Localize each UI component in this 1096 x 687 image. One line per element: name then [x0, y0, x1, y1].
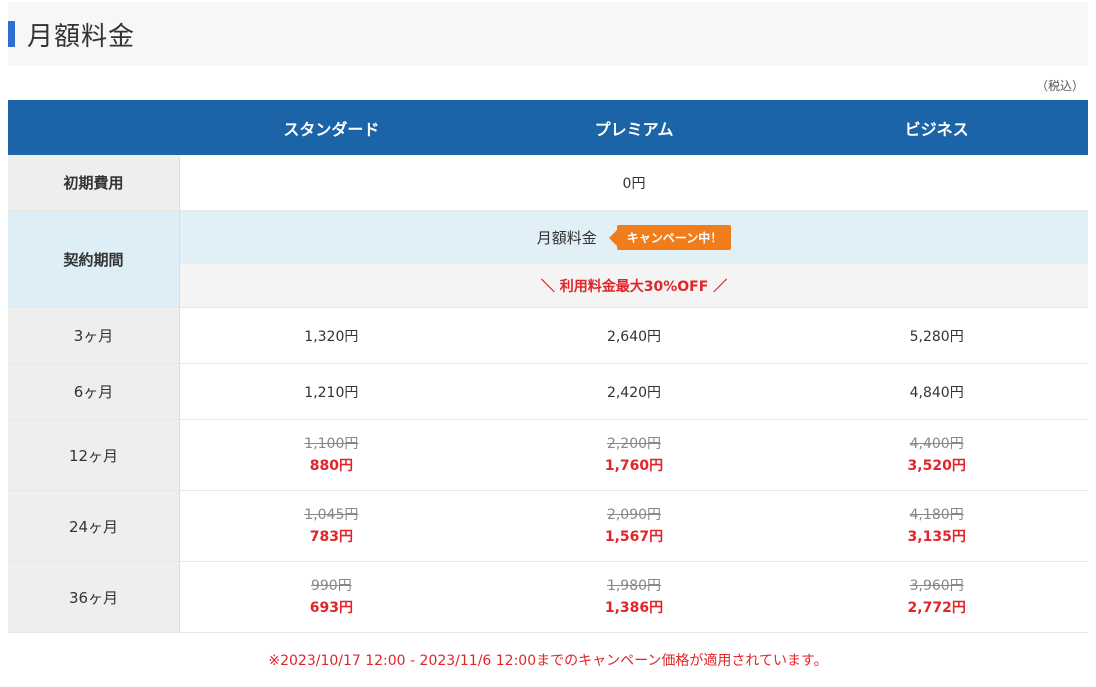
column-header-premium: プレミアム	[594, 119, 674, 139]
price-cell-standard: 1,210円	[180, 364, 483, 419]
price-cell-premium: 2,200円 1,760円	[483, 420, 786, 490]
monthly-fee-banner: 月額料金 キャンペーン中！	[180, 211, 1088, 264]
table-row: 24ヶ月 1,045円 783円 2,090円 1,567円 4,180円 3,…	[8, 491, 1088, 562]
price-cell-premium: 2,420円	[483, 364, 786, 419]
monthly-fee-label: 月額料金	[536, 229, 597, 247]
column-header-standard: スタンダード	[283, 119, 380, 139]
original-price: 2,090円	[606, 507, 662, 523]
title-accent-bar	[8, 21, 15, 47]
price-cell-standard: 1,100円 880円	[180, 420, 483, 490]
campaign-price: 1,567円	[604, 529, 664, 545]
period-label: 3ヶ月	[8, 308, 180, 363]
price-cell-business: 4,400円 3,520円	[785, 420, 1088, 490]
period-label: 12ヶ月	[8, 420, 180, 490]
table-row: 3ヶ月 1,320円 2,640円 5,280円	[8, 308, 1088, 364]
price: 4,840円	[909, 384, 964, 401]
price-cell-premium: 1,980円 1,386円	[483, 562, 786, 632]
campaign-price: 3,520円	[907, 458, 966, 474]
initial-fee-label: 初期費用	[8, 155, 180, 210]
price: 1,320円	[304, 328, 359, 345]
original-price: 1,980円	[606, 578, 662, 594]
section-header: 月額料金	[8, 2, 1088, 66]
price-cell-business: 4,840円	[785, 364, 1088, 419]
price-cell-business: 5,280円	[785, 308, 1088, 363]
header-corner	[8, 100, 180, 155]
original-price: 2,200円	[606, 436, 662, 452]
original-price: 3,960円	[909, 578, 964, 594]
campaign-price: 3,135円	[907, 529, 966, 545]
price-cell-standard: 990円 693円	[180, 562, 483, 632]
price-cell-business: 3,960円 2,772円	[785, 562, 1088, 632]
period-label: 24ヶ月	[8, 491, 180, 561]
contract-period-label: 契約期間	[8, 211, 180, 307]
initial-fee-value: 0円	[622, 175, 646, 192]
price-cell-premium: 2,090円 1,567円	[483, 491, 786, 561]
tax-included-note: （税込）	[1035, 79, 1084, 93]
table-row: 6ヶ月 1,210円 2,420円 4,840円	[8, 364, 1088, 420]
promo-text: ＼ 利用料金最大30%OFF ／	[540, 278, 728, 295]
table-header-row: スタンダード プレミアム ビジネス	[8, 100, 1088, 155]
price: 1,210円	[304, 384, 359, 401]
initial-fee-row: 初期費用 0円	[8, 155, 1088, 211]
campaign-price: 880円	[309, 458, 353, 474]
contract-period-row: 契約期間 月額料金 キャンペーン中！ ＼ 利用料金最大30%OFF ／	[8, 211, 1088, 308]
price-cell-business: 4,180円 3,135円	[785, 491, 1088, 561]
campaign-price: 1,386円	[604, 600, 664, 616]
original-price: 1,045円	[304, 507, 359, 523]
price-cell-standard: 1,320円	[180, 308, 483, 363]
original-price: 990円	[310, 578, 352, 594]
campaign-price: 1,760円	[604, 458, 664, 474]
page-title: 月額料金	[27, 21, 136, 52]
price: 2,640円	[606, 328, 662, 345]
price-cell-premium: 2,640円	[483, 308, 786, 363]
table-row: 12ヶ月 1,100円 880円 2,200円 1,760円 4,400円 3,…	[8, 420, 1088, 491]
campaign-price: 693円	[309, 600, 353, 616]
original-price: 4,400円	[909, 436, 964, 452]
campaign-footnote: ※2023/10/17 12:00 - 2023/11/6 12:00までのキャ…	[268, 653, 828, 669]
period-label: 36ヶ月	[8, 562, 180, 632]
pricing-table: スタンダード プレミアム ビジネス 初期費用 0円 契約期間 月額料金 キャンペ…	[8, 100, 1088, 633]
campaign-price: 2,772円	[907, 600, 966, 616]
price: 2,420円	[606, 384, 662, 401]
column-header-business: ビジネス	[904, 119, 969, 139]
original-price: 1,100円	[304, 436, 359, 452]
contract-period-detail: 月額料金 キャンペーン中！ ＼ 利用料金最大30%OFF ／	[180, 211, 1088, 307]
promo-banner: ＼ 利用料金最大30%OFF ／	[180, 264, 1088, 307]
price-cell-standard: 1,045円 783円	[180, 491, 483, 561]
table-row: 36ヶ月 990円 693円 1,980円 1,386円 3,960円 2,77…	[8, 562, 1088, 633]
period-label: 6ヶ月	[8, 364, 180, 419]
price: 5,280円	[909, 328, 964, 345]
campaign-price: 783円	[309, 529, 353, 545]
original-price: 4,180円	[909, 507, 964, 523]
campaign-badge: キャンペーン中！	[608, 225, 732, 250]
